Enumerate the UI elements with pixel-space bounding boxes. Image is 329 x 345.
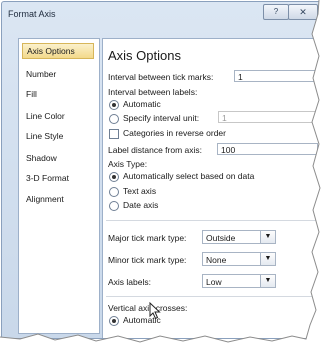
torn-edge-decoration [0,0,329,345]
